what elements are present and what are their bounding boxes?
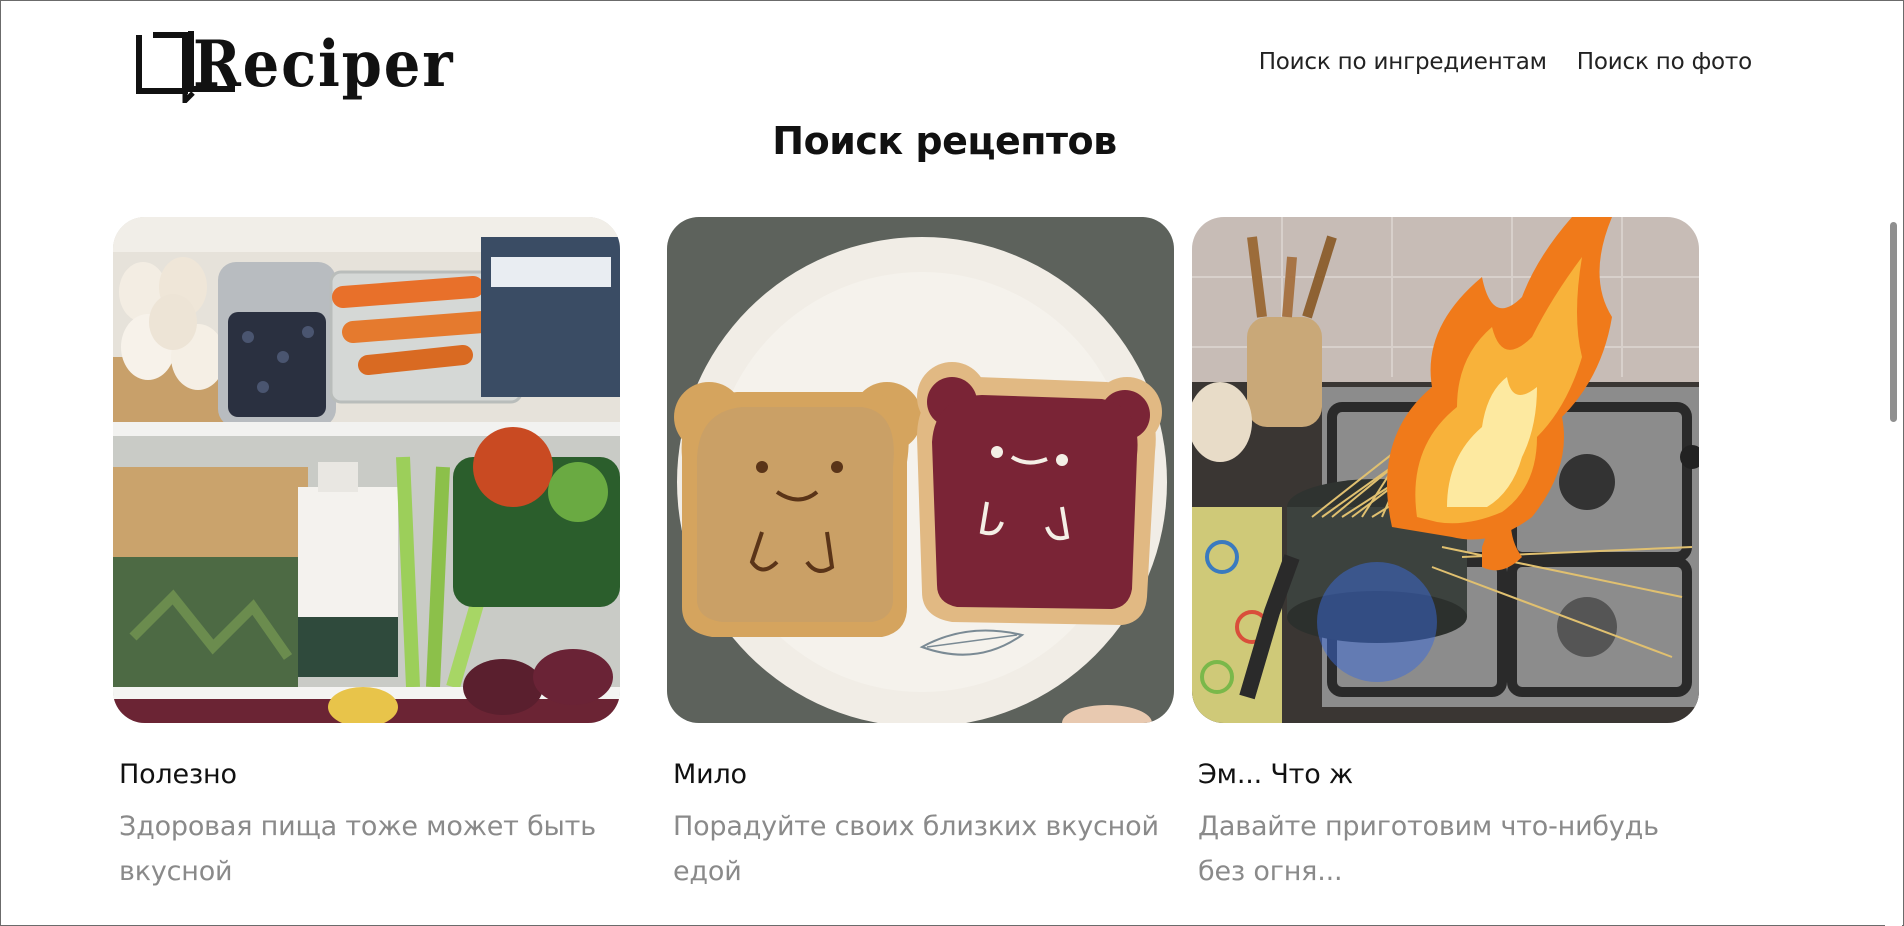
recipe-card-healthy[interactable]: Полезно Здоровая пища тоже может быть вк… (113, 217, 620, 894)
site-logo[interactable]: Reciper (135, 27, 453, 103)
scrollbar-thumb[interactable] (1890, 222, 1897, 422)
nav-search-ingredients[interactable]: Поиск по ингредиентам (1259, 49, 1547, 75)
card-title[interactable]: Эм... Что ж (1192, 759, 1699, 790)
card-title[interactable]: Мило (667, 759, 1174, 790)
nav-search-photo[interactable]: Поиск по фото (1577, 49, 1752, 75)
top-nav: Поиск по ингредиентам Поиск по фото (1259, 49, 1752, 75)
browser-viewport: Reciper Поиск по ингредиентам Поиск по ф… (0, 0, 1904, 926)
toast-photo[interactable] (667, 217, 1174, 723)
logo-text: Reciper (193, 27, 455, 102)
fire-photo[interactable] (1192, 217, 1699, 723)
card-description: Порадуйте своих близких вкусной едой (673, 811, 1159, 887)
recipe-card-cute[interactable]: Мило Порадуйте своих близких вкусной едо… (667, 217, 1174, 894)
card-description: Давайте приготовим что-нибудь без огня..… (1198, 811, 1659, 887)
fridge-photo[interactable] (113, 217, 620, 723)
page-title: Поиск рецептов (772, 119, 1117, 163)
recipe-card-oops[interactable]: Эм... Что ж Давайте приготовим что-нибуд… (1192, 217, 1699, 894)
page-scrollbar[interactable] (1885, 2, 1902, 926)
card-title[interactable]: Полезно (113, 759, 620, 790)
card-description: Здоровая пища тоже может быть вкусной (119, 811, 596, 887)
